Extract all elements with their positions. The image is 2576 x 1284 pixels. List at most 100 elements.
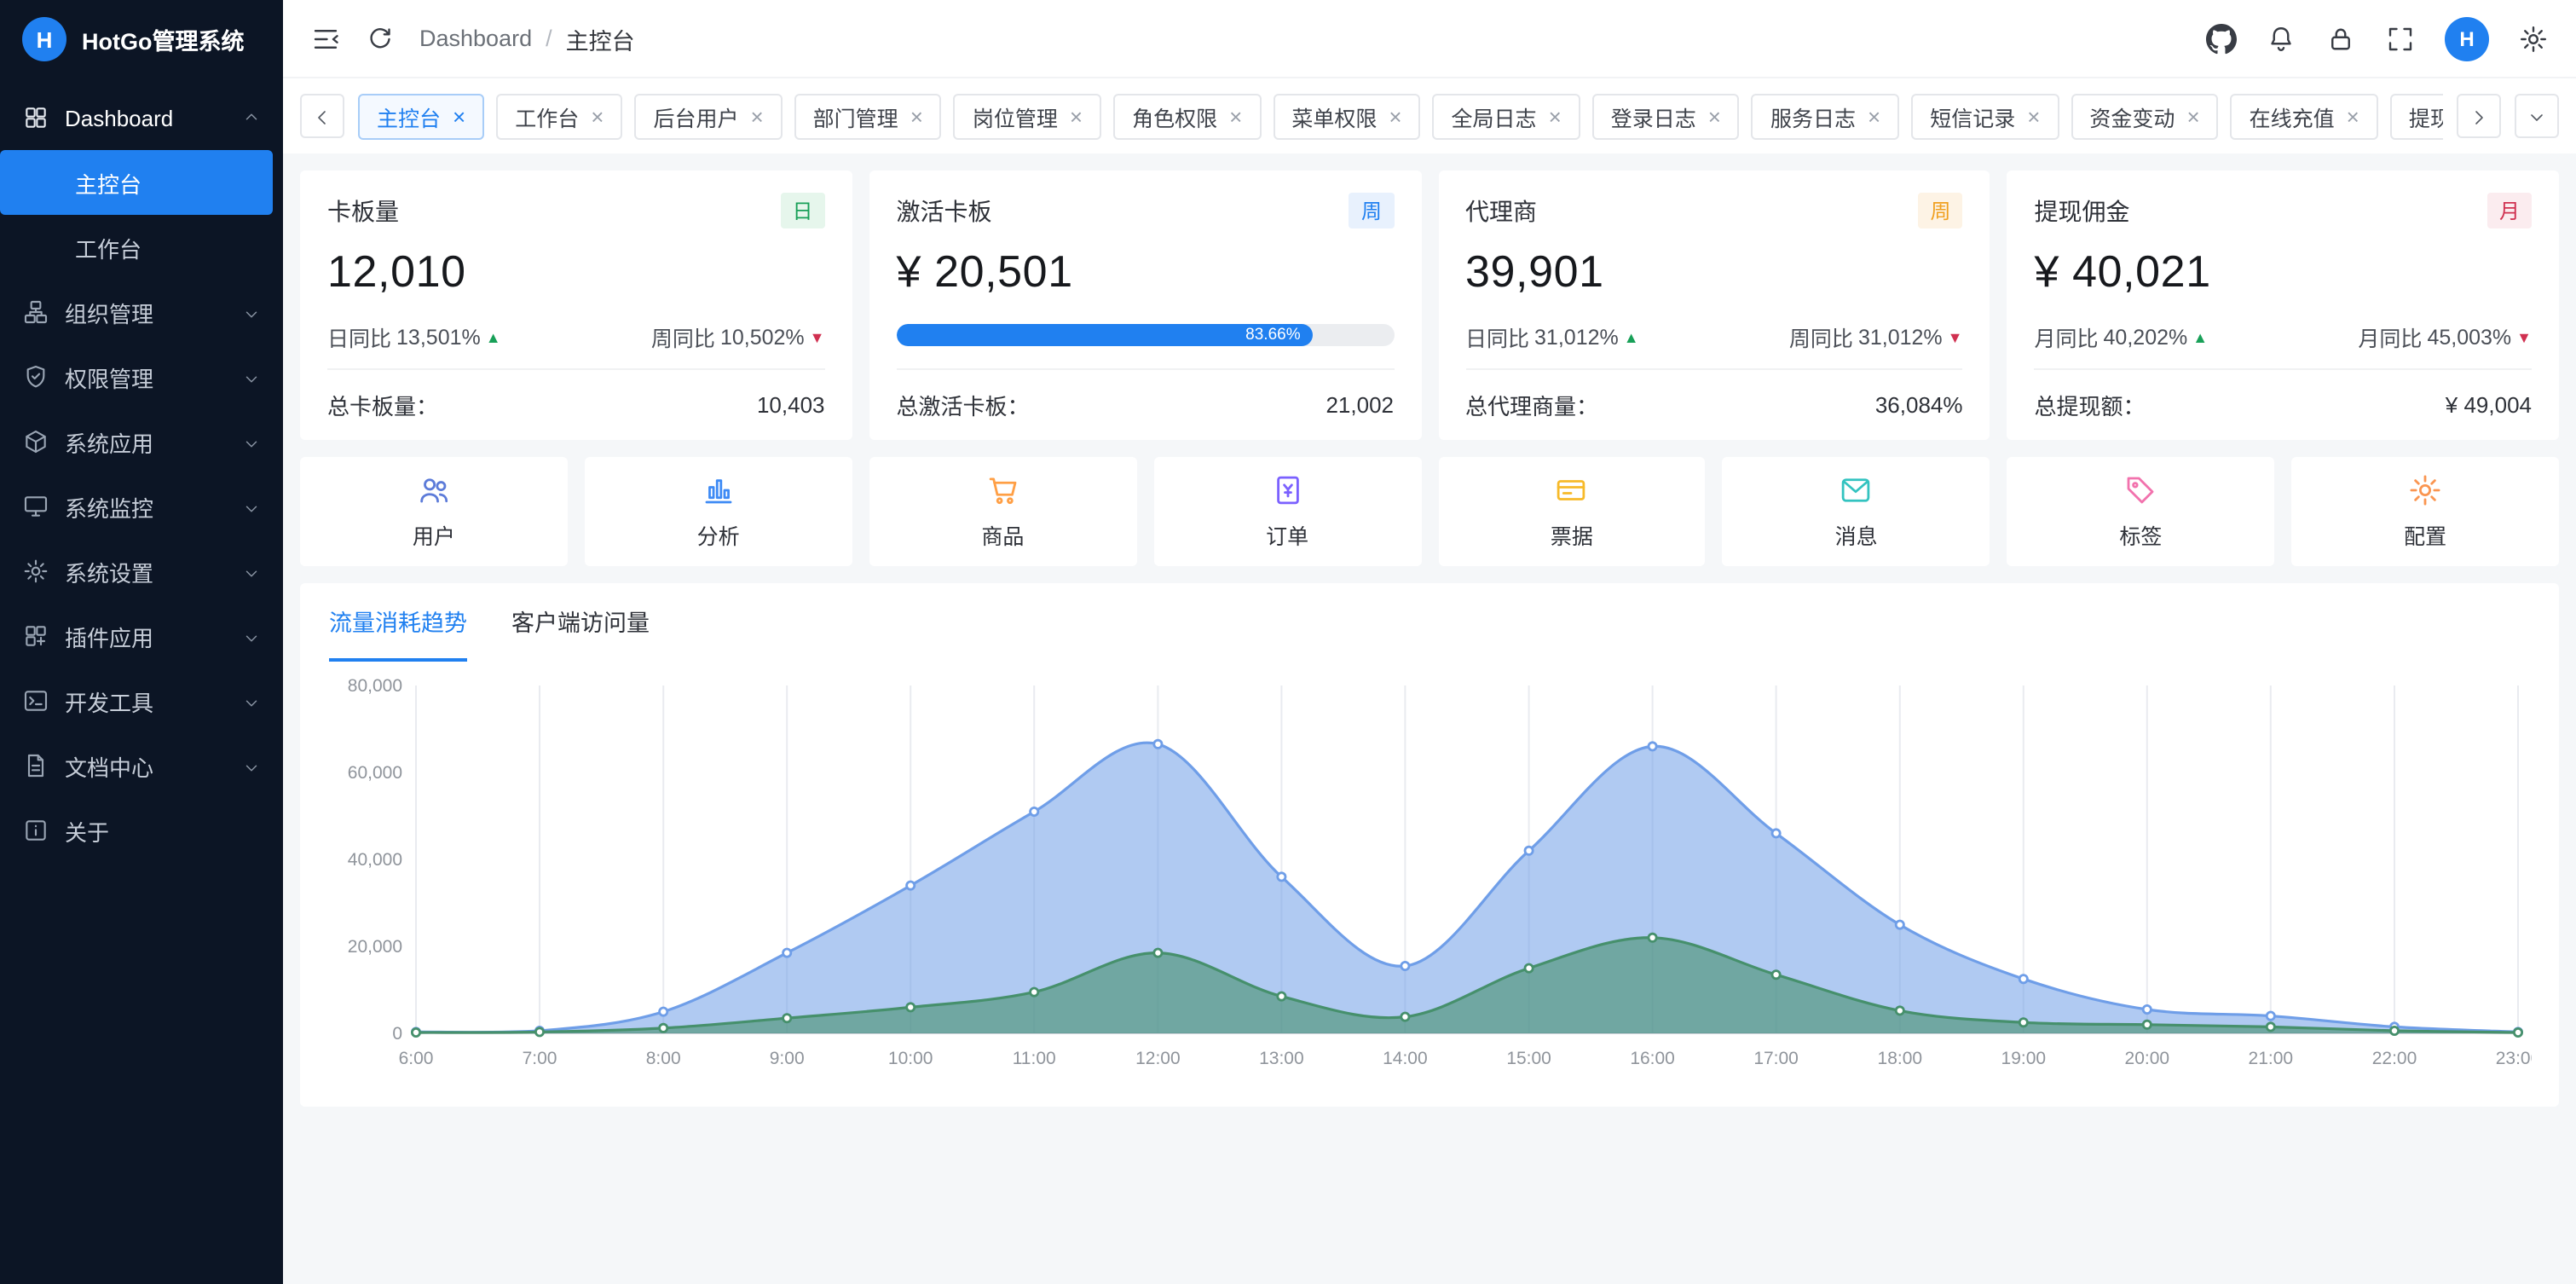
tab-close-icon[interactable]: × [2186,105,2199,127]
stat-card-card-volume: 卡板量日12,010日同比 13,501%▲周同比 10,502%▼总卡板量：1… [300,171,852,440]
quick-action-analytics[interactable]: 分析 [585,457,852,566]
github-icon[interactable] [2206,23,2237,54]
tab-item[interactable]: 资金变动× [2071,93,2218,139]
tabs-scroll-right-button[interactable] [2457,94,2501,138]
header-actions: H [2206,16,2549,61]
refresh-icon[interactable] [365,23,396,54]
quick-action-tags[interactable]: 标签 [2007,457,2275,566]
app-title: HotGo管理系统 [82,22,245,56]
sidebar-collapse-icon[interactable] [310,23,341,54]
tab-item[interactable]: 服务日志× [1752,93,1899,139]
chevron-down-icon [242,367,261,386]
chevron-down-icon [242,691,261,710]
tab-close-icon[interactable]: × [453,105,465,127]
quick-action-goods[interactable]: 商品 [869,457,1137,566]
svg-text:7:00: 7:00 [523,1049,557,1068]
svg-text:40,000: 40,000 [348,850,402,870]
tab-traffic-trend[interactable]: 流量消耗趋势 [329,583,467,662]
chevron-down-icon [242,756,261,775]
sidebar-item-system-apps[interactable]: 系统应用 [0,409,283,474]
quick-action-users[interactable]: 用户 [300,457,568,566]
tab-item[interactable]: 工作台× [496,93,622,139]
tab-item[interactable]: 全局日志× [1433,93,1580,139]
tab-close-icon[interactable]: × [1389,105,1401,127]
trend-down-icon: ▼ [1948,328,1963,345]
tab-close-icon[interactable]: × [750,105,763,127]
svg-text:8:00: 8:00 [646,1049,681,1068]
order-icon [1269,472,1305,508]
tab-item[interactable]: 岗位管理× [954,93,1101,139]
tab-item[interactable]: 主控台× [358,93,484,139]
main-content: 卡板量日12,010日同比 13,501%▲周同比 10,502%▼总卡板量：1… [283,153,2576,1284]
tab-item[interactable]: 在线充值× [2231,93,2378,139]
sidebar-item-dashboard[interactable]: Dashboard [0,85,283,150]
tabs-menu-button[interactable] [2515,94,2559,138]
svg-text:80,000: 80,000 [348,676,402,696]
sidebar: H HotGo管理系统 Dashboard主控台工作台组织管理权限管理系统应用系… [0,0,283,1284]
tab-close-icon[interactable]: × [1070,105,1083,127]
tab-close-icon[interactable]: × [1549,105,1562,127]
sidebar-item-about[interactable]: 关于 [0,798,283,863]
lock-icon[interactable] [2325,23,2356,54]
tab-close-icon[interactable]: × [1708,105,1721,127]
metric-value: 13,501% [396,325,481,349]
stat-footer-label: 总代理商量： [1465,389,1598,421]
stat-card-badge: 月 [2487,193,2532,228]
stat-card-badge: 周 [1918,193,1962,228]
tab-item[interactable]: 菜单权限× [1273,93,1420,139]
stat-card-header: 代理商周 [1465,193,1963,228]
sidebar-item-settings[interactable]: 系统设置 [0,539,283,604]
tab-item[interactable]: 后台用户× [634,93,782,139]
sidebar-item-plugins[interactable]: 插件应用 [0,604,283,668]
tab-close-icon[interactable]: × [910,105,923,127]
monitor-icon [22,493,49,520]
metric-value: 10,502% [720,325,805,349]
svg-text:15:00: 15:00 [1506,1049,1551,1068]
fullscreen-icon[interactable] [2385,23,2416,54]
chevron-down-icon [242,562,261,581]
tab-close-icon[interactable]: × [2347,105,2359,127]
sidebar-subitem-workbench[interactable]: 工作台 [0,215,273,280]
tab-item[interactable]: 部门管理× [794,93,942,139]
tab-close-icon[interactable]: × [1229,105,1242,127]
sidebar-item-label: 权限管理 [65,361,153,393]
sidebar-item-docs[interactable]: 文档中心 [0,733,283,798]
docs-icon [22,752,49,779]
sidebar-item-organization[interactable]: 组织管理 [0,280,283,344]
app-logo[interactable]: H HotGo管理系统 [0,0,283,78]
quick-action-messages[interactable]: 消息 [1723,457,1990,566]
settings-gear-icon[interactable] [2518,23,2549,54]
tab-close-icon[interactable]: × [591,105,604,127]
tab-client-visits[interactable]: 客户端访问量 [511,583,650,662]
about-icon [22,817,49,844]
avatar[interactable]: H [2445,16,2489,61]
sidebar-item-permissions[interactable]: 权限管理 [0,344,283,409]
stat-card-footer: 总卡板量：10,403 [327,368,825,440]
stat-card-header: 卡板量日 [327,193,825,228]
quick-action-config[interactable]: 配置 [2291,457,2559,566]
quick-action-tickets[interactable]: 票据 [1438,457,1706,566]
bell-icon[interactable] [2266,23,2296,54]
tab-item[interactable]: 短信记录× [1911,93,2059,139]
sidebar-item-monitoring[interactable]: 系统监控 [0,474,283,539]
tab-item[interactable]: 提现管理× [2390,93,2443,139]
sidebar-item-devtools[interactable]: 开发工具 [0,668,283,733]
quick-action-orders[interactable]: 订单 [1153,457,1421,566]
tabs-scroll-left-button[interactable] [300,94,344,138]
trend-down-icon: ▼ [810,328,825,345]
tab-close-icon[interactable]: × [2027,105,2040,127]
users-icon [416,472,452,508]
stat-card-title: 激活卡板 [897,194,992,228]
sidebar-nav: Dashboard主控台工作台组织管理权限管理系统应用系统监控系统设置插件应用开… [0,78,283,1284]
trend-chart-card: 流量消耗趋势 客户端访问量 020,00040,00060,00080,0006… [300,583,2559,1107]
stat-footer-value: 36,084% [1875,392,1963,418]
tab-item[interactable]: 登录日志× [1592,93,1740,139]
activation-progress-bar: 83.66% [897,324,1395,346]
tab-close-icon[interactable]: × [1868,105,1880,127]
breadcrumb-current[interactable]: 主控台 [566,21,635,55]
stat-card-title: 卡板量 [327,194,399,228]
breadcrumb-root[interactable]: Dashboard [419,26,532,51]
sidebar-subitem-console[interactable]: 主控台 [0,150,273,215]
trend-up-icon: ▲ [486,328,501,345]
tab-item[interactable]: 角色权限× [1113,93,1261,139]
